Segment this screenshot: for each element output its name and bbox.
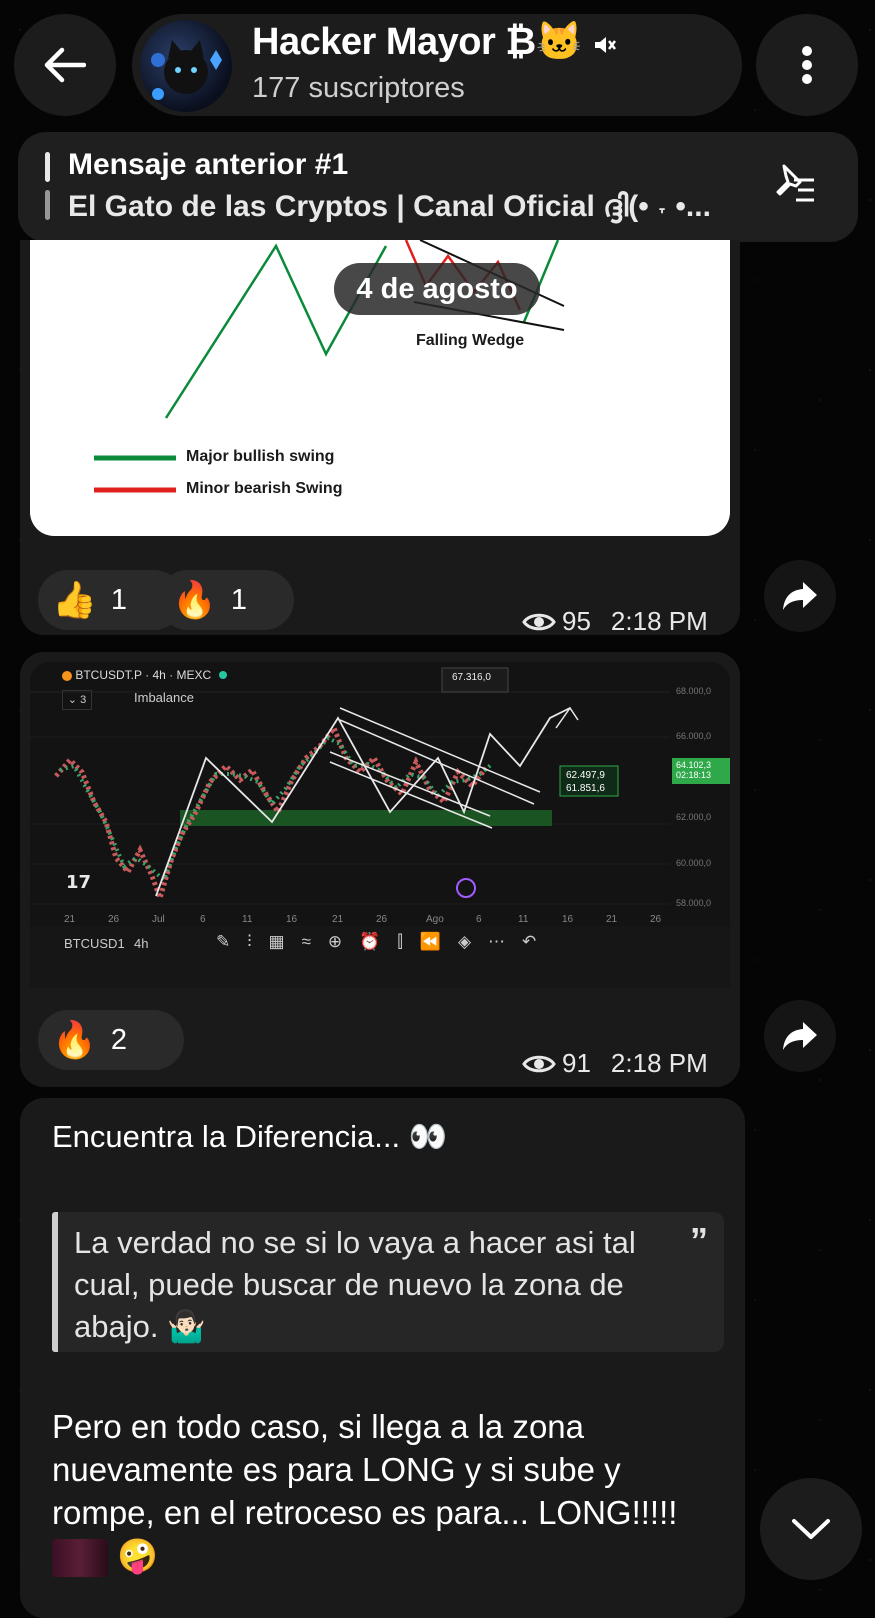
- fire-icon: 🔥: [52, 1019, 97, 1060]
- kebab-menu-icon: [802, 46, 812, 84]
- x-tick: 16: [562, 914, 574, 925]
- x-tick: 11: [242, 914, 253, 925]
- toolbar-interval[interactable]: 4h: [134, 936, 148, 951]
- y-tick: 68.000,0: [676, 686, 712, 696]
- cat-avatar-icon: [151, 40, 222, 100]
- legend-bearish: Minor bearish Swing: [186, 480, 343, 497]
- reaction-fire[interactable]: 🔥 1: [158, 570, 294, 630]
- view-count: 91: [562, 1048, 591, 1078]
- chart-toolbar-icons: ✎⫶▦≈⊕⏰⫿⏪◈⋯↶: [216, 932, 553, 952]
- share-arrow-icon: [783, 582, 817, 610]
- eye-icon: [522, 1055, 556, 1072]
- date-separator: 4 de agosto: [334, 263, 540, 315]
- pinned-list-icon[interactable]: [770, 162, 816, 206]
- scroll-down-button[interactable]: [760, 1478, 862, 1580]
- back-button[interactable]: [14, 14, 116, 116]
- x-tick: 21: [332, 914, 344, 925]
- reaction-count: 2: [110, 1023, 127, 1056]
- y-tick: 66.000,0: [676, 731, 712, 741]
- reaction-count: 1: [230, 583, 247, 616]
- quote-bar: [52, 1212, 58, 1352]
- x-tick: 6: [200, 914, 206, 925]
- y-tick: 62.000,0: [676, 812, 712, 822]
- pinned-indicator: [45, 190, 50, 220]
- forward-button[interactable]: [764, 1000, 836, 1072]
- x-tick: 21: [606, 914, 618, 925]
- forward-button[interactable]: [764, 560, 836, 632]
- reaction-fire[interactable]: 🔥 2: [38, 1010, 184, 1070]
- live-dot-icon: [218, 671, 227, 679]
- message-body: Pero en todo caso, si llega a la zona nu…: [52, 1405, 702, 1578]
- message-title: Encuentra la Diferencia... 👀: [52, 1119, 448, 1154]
- message-time: 2:18 PM: [610, 606, 708, 636]
- message-time: 2:18 PM: [610, 1048, 708, 1078]
- x-tick: 21: [64, 914, 76, 925]
- pattern-icon[interactable]: ≈: [302, 932, 328, 951]
- chevron-down-icon: [792, 1519, 830, 1539]
- x-tick: 6: [476, 914, 482, 925]
- chevron-down-icon: ⌄: [67, 694, 78, 706]
- svg-text:17: 17: [66, 872, 91, 893]
- channel-name: Hacker Mayor ₿🐱: [252, 21, 583, 63]
- eye-icon: [522, 613, 556, 630]
- share-arrow-icon: [783, 1022, 817, 1050]
- message-meta: 91 2:18 PM: [522, 1048, 708, 1079]
- layers-icon[interactable]: ◈: [458, 932, 488, 951]
- price-label: 62.497,9: [566, 770, 605, 781]
- y-tick: 58.000,0: [676, 898, 712, 908]
- pencil-icon[interactable]: ✎: [216, 932, 247, 951]
- more-options-button[interactable]: [756, 14, 858, 116]
- alarm-icon[interactable]: ⏰: [359, 932, 397, 951]
- chart-symbol: BTCUSDT.P · 4h · MEXC: [62, 668, 227, 682]
- arrow-left-icon: [44, 47, 86, 83]
- more-icon[interactable]: ⋯: [488, 932, 522, 951]
- indicator-name: Imbalance: [134, 690, 194, 705]
- legend-bullish: Major bullish swing: [186, 448, 335, 465]
- x-tick: 26: [650, 914, 662, 925]
- x-tick: 16: [286, 914, 298, 925]
- toolbar-symbol[interactable]: BTCUSD1: [64, 936, 125, 951]
- plus-icon[interactable]: ⊕: [328, 932, 359, 951]
- price-label: 67.316,0: [452, 672, 491, 683]
- fire-icon: 🔥: [172, 579, 217, 620]
- quote-text: La verdad no se si lo vaya a hacer asi t…: [74, 1225, 636, 1344]
- y-tick: 60.000,0: [676, 858, 712, 868]
- quote-icon: ”: [690, 1220, 708, 1261]
- blurred-sticker: [52, 1539, 108, 1578]
- x-tick: 11: [518, 914, 529, 925]
- zany-face-emoji: 🤪: [117, 1537, 159, 1574]
- price-label: 61.851,6: [566, 783, 605, 794]
- bitcoin-icon: [62, 670, 72, 681]
- countdown: 02:18:13: [676, 770, 712, 780]
- view-count: 95: [562, 606, 591, 636]
- undo-icon[interactable]: ↶: [522, 932, 553, 951]
- pattern-label: Falling Wedge: [416, 332, 525, 349]
- grid-icon[interactable]: ▦: [269, 932, 302, 951]
- x-tick: 26: [376, 914, 388, 925]
- pinned-indicator-active: [45, 152, 50, 182]
- message-meta: 95 2:18 PM: [522, 606, 708, 637]
- subscriber-count: 177 suscriptores: [252, 72, 465, 104]
- replay-icon[interactable]: ⏪: [420, 932, 458, 951]
- pinned-title: Mensaje anterior #1: [68, 148, 349, 181]
- pinned-text: El Gato de las Cryptos | Canal Oficial ദ…: [68, 190, 711, 223]
- x-tick: Ago: [426, 914, 444, 925]
- y-tick-current: 64.102,3: [676, 760, 712, 770]
- indicators-icon[interactable]: ⫶: [247, 932, 268, 951]
- message-image-chart[interactable]: 17 BTCUSDT.P · 4h · MEXC ⌄ 3 Imbalance 6…: [30, 662, 730, 988]
- muted-icon: [595, 37, 616, 53]
- x-tick: Jul: [152, 914, 165, 925]
- reaction-count: 1: [110, 583, 127, 616]
- collapse-indicators[interactable]: ⌄ 3: [62, 690, 92, 710]
- channel-avatar[interactable]: [140, 20, 232, 112]
- candles-icon[interactable]: ⫿: [397, 932, 419, 951]
- x-tick: 26: [108, 914, 120, 925]
- thumbs-up-icon: 👍: [52, 579, 97, 620]
